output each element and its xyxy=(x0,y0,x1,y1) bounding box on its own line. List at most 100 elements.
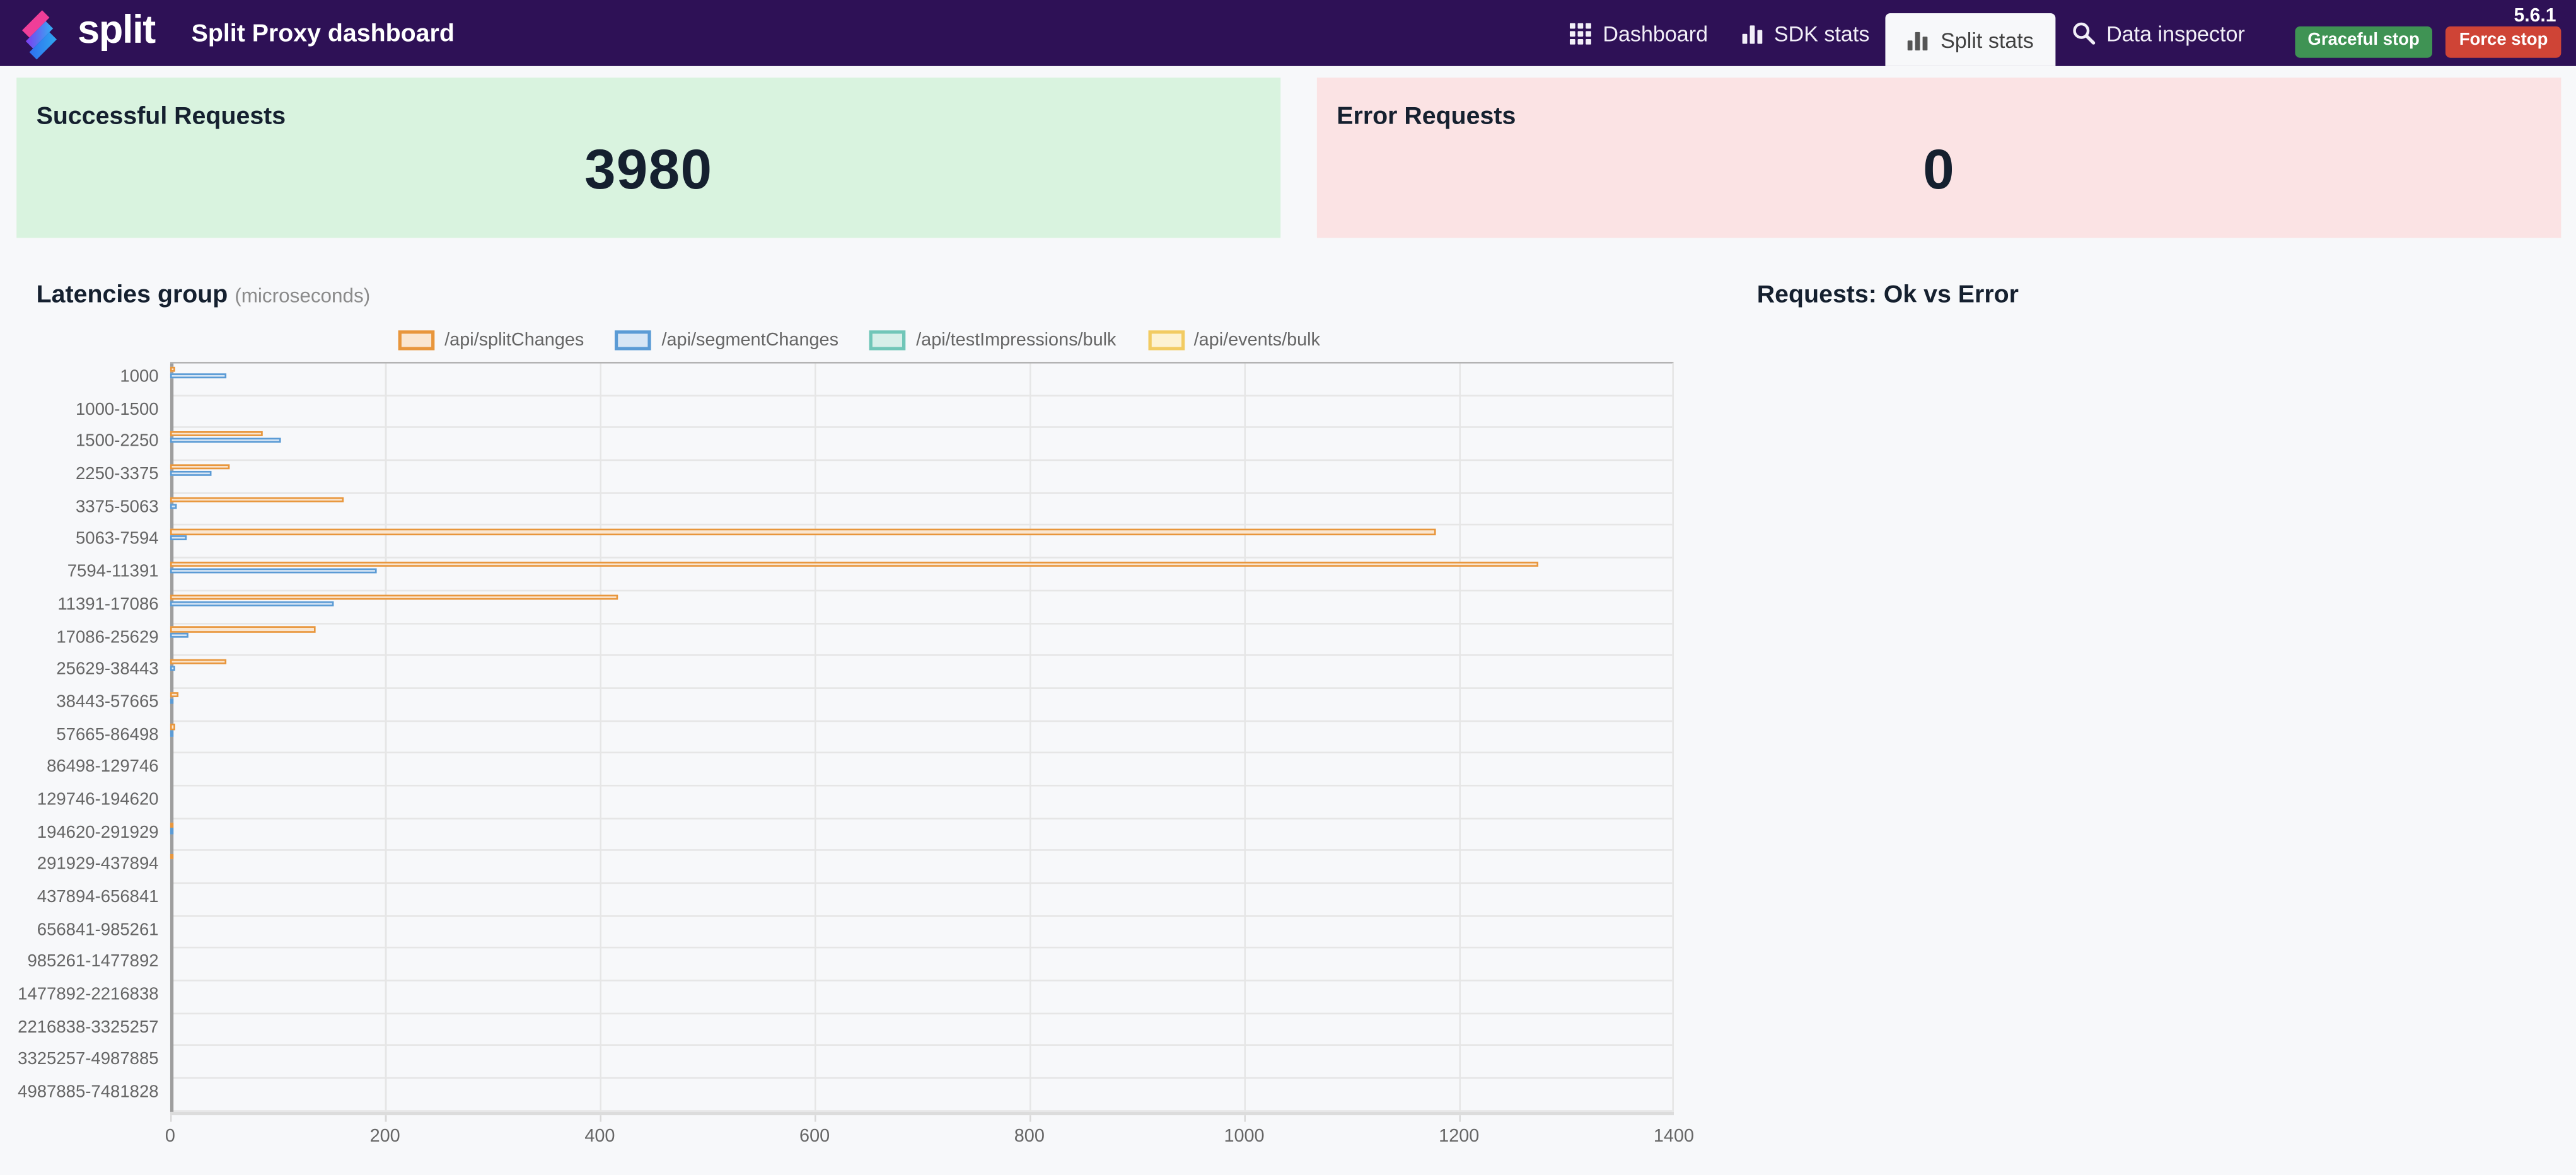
y-axis-label: 2216838-3325257 xyxy=(18,1017,159,1038)
chart-row xyxy=(170,852,1673,884)
bar--api-splitChanges xyxy=(170,594,618,600)
grid-icon xyxy=(1569,22,1592,44)
bar-chart-icon xyxy=(1908,31,1929,50)
bar--api-segmentChanges xyxy=(170,437,281,444)
legend-item--api-testImpressions-bulk[interactable]: /api/testImpressions/bulk xyxy=(869,330,1117,350)
bar--api-splitChanges xyxy=(170,366,175,372)
y-axis-label: 5063-7594 xyxy=(75,529,159,550)
bar--api-splitChanges xyxy=(170,562,1538,567)
y-axis-label: 194620-291929 xyxy=(37,822,159,842)
bar--api-segmentChanges xyxy=(170,633,189,639)
x-axis-tick-label: 200 xyxy=(369,1126,400,1147)
nav-item-sdk-stats[interactable]: SDK stats xyxy=(1724,0,1886,66)
nav-item-label: Split stats xyxy=(1941,27,2034,52)
x-axis-tick-label: 600 xyxy=(799,1126,830,1147)
chart-legend: /api/splitChanges /api/segmentChanges /a… xyxy=(16,329,1702,352)
x-axis-tick-label: 1400 xyxy=(1653,1126,1695,1147)
chart-row xyxy=(170,884,1673,917)
legend-color-box xyxy=(398,330,435,350)
y-axis-label: 17086-25629 xyxy=(56,627,159,647)
error-requests-value: 0 xyxy=(1923,139,1956,202)
chart-row xyxy=(170,1046,1673,1079)
latencies-title: Latencies group (microseconds) xyxy=(16,281,1702,310)
bar--api-splitChanges xyxy=(170,496,344,502)
y-axis-label: 2250-3375 xyxy=(75,464,159,485)
chart-row xyxy=(170,591,1673,624)
y-axis-label: 3325257-4987885 xyxy=(18,1050,159,1070)
bar--api-segmentChanges xyxy=(170,600,335,606)
bar--api-segmentChanges xyxy=(170,373,226,379)
nav-item-label: Data inspector xyxy=(2106,20,2245,46)
y-axis-label: 1500-2250 xyxy=(75,432,159,452)
legend-color-box xyxy=(615,330,652,350)
force-stop-button[interactable]: Force stop xyxy=(2445,26,2561,58)
legend-item--api-segmentChanges[interactable]: /api/segmentChanges xyxy=(615,330,838,350)
legend-label: /api/events/bulk xyxy=(1193,330,1320,350)
chart-row xyxy=(170,981,1673,1014)
requests-chart-title: Requests: Ok vs Error xyxy=(1756,281,2019,310)
bar--api-splitChanges xyxy=(170,692,178,697)
y-axis-label: 437894-656841 xyxy=(37,887,159,907)
y-axis-label: 4987885-7481828 xyxy=(18,1082,159,1103)
latencies-title-text: Latencies group xyxy=(36,281,228,310)
x-axis-tick-label: 0 xyxy=(165,1126,175,1147)
charts-section: Latencies group (microseconds) /api/spli… xyxy=(0,281,2576,1148)
chart-row xyxy=(170,559,1673,591)
y-axis-label: 1000 xyxy=(120,366,159,387)
requests-chart-block: Requests: Ok vs Error xyxy=(1702,281,2074,310)
brand-name: split xyxy=(78,7,156,52)
nav-item-label: Dashboard xyxy=(1603,20,1709,46)
bar--api-segmentChanges xyxy=(170,698,174,704)
chart-row xyxy=(170,526,1673,559)
plot-area xyxy=(170,361,1674,1112)
y-axis-label: 291929-437894 xyxy=(37,854,159,875)
legend-label: /api/testImpressions/bulk xyxy=(916,330,1117,350)
nav-menu: Dashboard SDK stats Split stats Data ins… xyxy=(1553,0,2561,66)
x-axis-ticks xyxy=(170,1114,1674,1122)
y-axis-label: 985261-1477892 xyxy=(27,952,159,973)
chart-row xyxy=(170,396,1673,429)
plot-area-wrap: 0 200 400 600 800 1000 1200 1400 xyxy=(165,361,1694,1148)
graceful-stop-button[interactable]: Graceful stop xyxy=(2294,26,2433,58)
brand: split xyxy=(20,6,156,60)
latencies-chart-block: Latencies group (microseconds) /api/spli… xyxy=(16,281,1702,1148)
y-axis-label: 86498-129746 xyxy=(47,757,159,777)
chart-row xyxy=(170,623,1673,656)
y-axis-label: 57665-86498 xyxy=(56,724,159,744)
chart-row xyxy=(170,917,1673,949)
bar--api-splitChanges xyxy=(170,627,315,632)
nav-item-data-inspector[interactable]: Data inspector xyxy=(2055,0,2261,66)
x-axis-tick-label: 1000 xyxy=(1224,1126,1265,1147)
navbar: split Split Proxy dashboard Dashboard SD… xyxy=(0,0,2576,66)
chart-row xyxy=(170,754,1673,787)
y-axis-labels: 1000 1000-1500 1500-2250 2250-3375 3375-5063… xyxy=(16,362,170,1148)
chart-row xyxy=(170,819,1673,852)
nav-item-dashboard[interactable]: Dashboard xyxy=(1553,0,1725,66)
bar--api-splitChanges xyxy=(170,821,174,828)
error-requests-title: Error Requests xyxy=(1337,102,1516,131)
latencies-bar-chart: 1000 1000-1500 1500-2250 2250-3375 3375-5063… xyxy=(16,361,1702,1148)
y-axis-label: 25629-38443 xyxy=(56,659,159,680)
chart-row xyxy=(170,721,1673,754)
chart-row xyxy=(170,494,1673,526)
bar-chart-icon xyxy=(1741,25,1762,43)
legend-item--api-events-bulk[interactable]: /api/events/bulk xyxy=(1147,330,1320,350)
nav-item-split-stats[interactable]: Split stats xyxy=(1886,13,2055,66)
y-axis-label: 129746-194620 xyxy=(37,789,159,810)
chart-row xyxy=(170,429,1673,461)
successful-requests-title: Successful Requests xyxy=(36,102,286,131)
bar--api-segmentChanges xyxy=(170,503,177,509)
search-icon xyxy=(2072,22,2095,45)
chart-row xyxy=(170,364,1673,396)
legend-label: /api/splitChanges xyxy=(444,330,584,350)
legend-color-box xyxy=(1147,330,1184,350)
error-requests-card: Error Requests 0 xyxy=(1316,78,2561,238)
bar--api-segmentChanges xyxy=(170,568,378,574)
y-axis-label: 3375-5063 xyxy=(75,497,159,517)
split-proxy-dashboard: split Split Proxy dashboard Dashboard SD… xyxy=(0,0,2576,1175)
legend-item--api-splitChanges[interactable]: /api/splitChanges xyxy=(398,330,584,350)
bar--api-segmentChanges xyxy=(170,535,188,541)
bar--api-splitChanges xyxy=(170,854,174,860)
chart-row xyxy=(170,656,1673,689)
successful-requests-value: 3980 xyxy=(584,139,713,202)
